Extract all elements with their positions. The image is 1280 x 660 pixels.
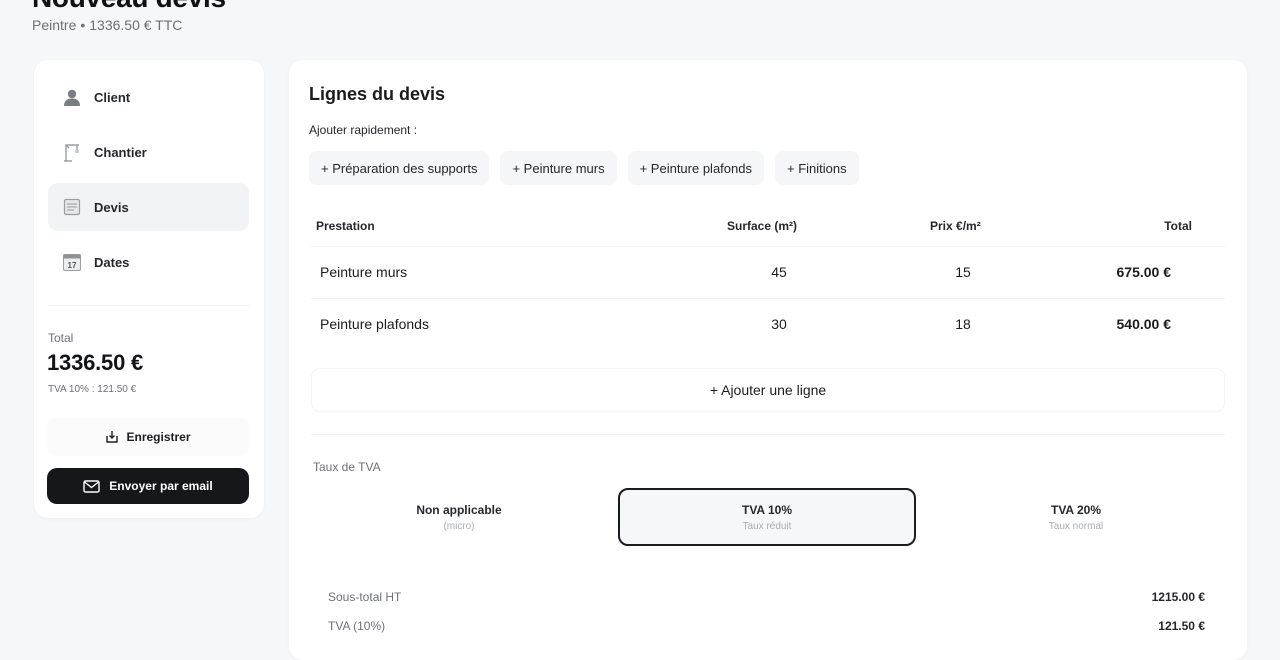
- sidebar-item-label: Dates: [94, 254, 130, 270]
- quick-add-chips: + Préparation des supports + Peinture mu…: [309, 151, 870, 185]
- page-title: Nouveau devis: [32, 0, 226, 14]
- column-header-prix: Prix €/m²: [930, 219, 981, 233]
- sidebar-item-chantier[interactable]: Chantier: [48, 128, 249, 176]
- header-total: 1336.50 € TTC: [89, 17, 183, 33]
- subtotal-ht-label: Sous-total HT: [328, 590, 402, 604]
- chip-peinture-plafonds[interactable]: + Peinture plafonds: [627, 151, 764, 185]
- subtitle-separator: •: [80, 17, 86, 33]
- quick-add-label: Ajouter rapidement :: [309, 123, 418, 137]
- section-divider: [311, 434, 1225, 435]
- subtotal-ht-value: 1215.00 €: [1151, 590, 1205, 604]
- tva-option-subtitle: (micro): [443, 520, 475, 532]
- tva-option-non-applicable[interactable]: Non applicable (micro): [311, 488, 607, 546]
- tva-amount-value: 121.50 €: [1158, 619, 1205, 633]
- user-icon: [61, 86, 83, 108]
- sidebar-item-dates[interactable]: 17 Dates: [48, 238, 249, 286]
- sidebar-divider: [48, 305, 249, 306]
- cell-total: 540.00 €: [1116, 316, 1172, 332]
- sidebar-item-label: Chantier: [94, 144, 147, 160]
- chip-peinture-murs[interactable]: + Peinture murs: [500, 151, 617, 185]
- calendar-day: 17: [68, 261, 77, 270]
- column-header-total: Total: [1164, 219, 1192, 233]
- tva-amount-label: TVA (10%): [328, 619, 386, 633]
- send-email-label: Envoyer par email: [109, 479, 213, 493]
- column-header-prestation: Prestation: [316, 219, 375, 233]
- tva-option-title: TVA 20%: [1050, 502, 1101, 517]
- table-row[interactable]: Peinture plafonds 30 18 540.00 €: [311, 298, 1225, 350]
- add-line-button[interactable]: + Ajouter une ligne: [311, 368, 1225, 412]
- sidebar-tva-note: TVA 10% : 121.50 €: [48, 384, 137, 395]
- tva-option-title: TVA 10%: [741, 502, 792, 517]
- quote-lines-panel: Lignes du devis Ajouter rapidement : + P…: [289, 60, 1247, 660]
- save-button-label: Enregistrer: [126, 430, 191, 444]
- document-icon: [61, 196, 83, 218]
- column-header-surface: Surface (m²): [727, 219, 798, 233]
- cell-prestation[interactable]: Peinture murs: [320, 264, 407, 280]
- tva-option-20[interactable]: TVA 20% Taux normal: [927, 488, 1225, 546]
- cell-prestation[interactable]: Peinture plafonds: [320, 316, 429, 332]
- sidebar-item-client[interactable]: Client: [48, 73, 249, 121]
- cell-prix[interactable]: 15: [923, 264, 1003, 280]
- tva-option-title: Non applicable: [416, 502, 502, 517]
- cell-prix[interactable]: 18: [923, 316, 1003, 332]
- send-email-button[interactable]: Envoyer par email: [47, 468, 249, 504]
- calendar-icon: 17: [61, 251, 83, 273]
- trade-label: Peintre: [32, 17, 77, 33]
- sidebar-total-label: Total: [48, 331, 74, 345]
- sidebar-item-label: Devis: [94, 199, 129, 215]
- sidebar: Client Chantier Devis 17 Dates Total 133…: [34, 60, 264, 518]
- cell-surface[interactable]: 45: [739, 264, 819, 280]
- tva-option-subtitle: Taux réduit: [742, 520, 792, 532]
- crane-icon: [61, 141, 83, 163]
- save-icon: [106, 431, 119, 443]
- table-row[interactable]: Peinture murs 45 15 675.00 €: [311, 246, 1225, 298]
- section-title: Lignes du devis: [309, 84, 446, 104]
- tva-option-subtitle: Taux normal: [1048, 520, 1104, 532]
- tva-option-10[interactable]: TVA 10% Taux réduit: [618, 488, 916, 546]
- tva-section-label: Taux de TVA: [313, 460, 381, 474]
- cell-total: 675.00 €: [1116, 264, 1172, 280]
- sidebar-item-devis[interactable]: Devis: [48, 183, 249, 231]
- sidebar-item-label: Client: [94, 89, 131, 105]
- page-subtitle: Peintre • 1336.50 € TTC: [32, 17, 182, 33]
- chip-preparation[interactable]: + Préparation des supports: [309, 151, 490, 185]
- chip-finitions[interactable]: + Finitions: [774, 151, 859, 185]
- cell-surface[interactable]: 30: [739, 316, 819, 332]
- save-button[interactable]: Enregistrer: [47, 418, 249, 456]
- sidebar-total-value: 1336.50 €: [47, 350, 144, 375]
- mail-icon: [83, 479, 100, 493]
